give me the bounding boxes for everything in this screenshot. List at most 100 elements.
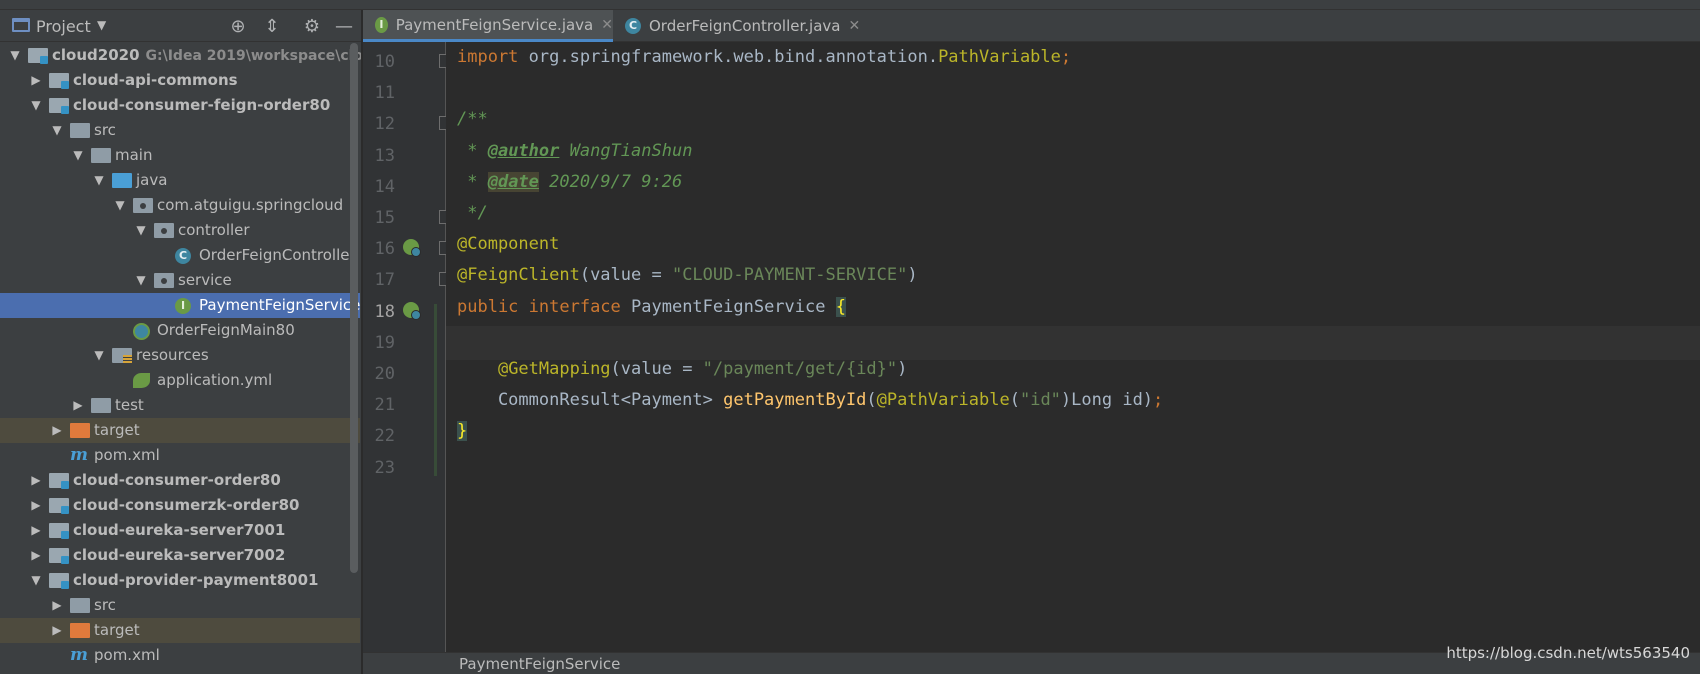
code-line[interactable]: @Component (457, 227, 559, 261)
tree-item-text: target (94, 621, 140, 639)
expand-arrow-icon[interactable]: ▼ (29, 568, 43, 593)
expand-arrow-icon[interactable]: ▼ (71, 143, 85, 168)
collapse-arrow-icon[interactable]: ▶ (29, 68, 43, 93)
collapse-arrow-icon[interactable]: ▶ (50, 418, 64, 443)
tab-payment-feign-service[interactable]: I PaymentFeignService.java ✕ (363, 10, 613, 42)
expand-arrow-icon[interactable]: ▼ (8, 43, 22, 68)
code-line[interactable]: */ (457, 196, 488, 230)
tree-item-text: cloud-provider-payment8001 (73, 571, 319, 589)
collapse-arrow-icon[interactable]: ▶ (50, 593, 64, 618)
maven-icon: m (70, 445, 88, 465)
tree-item-text: cloud2020 (52, 46, 140, 64)
collapse-arrow-icon[interactable]: ▶ (29, 543, 43, 568)
project-view-title[interactable]: Project (36, 17, 91, 36)
tree-item[interactable]: m pom.xml (0, 443, 360, 468)
implementation-marker-icon[interactable] (403, 301, 423, 322)
tree-item-label: application.yml (157, 368, 272, 393)
module-icon (28, 48, 48, 64)
collapse-arrow-icon[interactable]: ▶ (50, 618, 64, 643)
code-token: ; (1060, 47, 1072, 67)
tree-item[interactable]: ▶ target (0, 418, 360, 443)
bean-marker-icon[interactable] (403, 239, 423, 259)
tree-item-label: com.atguigu.springcloud (157, 193, 343, 218)
module-icon (49, 573, 69, 589)
code-line[interactable]: @GetMapping(value = "/payment/get/{id}") (457, 352, 907, 386)
tree-item[interactable]: ▶ cloud-consumerzk-order80 (0, 493, 360, 518)
tree-item[interactable]: ▼ controller (0, 218, 360, 243)
tab-order-feign-controller[interactable]: C OrderFeignController.java ✕ (613, 10, 873, 42)
collapse-arrow-icon[interactable]: ▶ (29, 518, 43, 543)
expand-arrow-icon[interactable]: ▼ (92, 343, 106, 368)
module-icon (49, 498, 69, 514)
project-tree-scrollbar[interactable] (350, 43, 358, 573)
expand-arrow-icon[interactable]: ▼ (50, 118, 64, 143)
minimize-icon[interactable]: — (332, 14, 356, 38)
tree-item[interactable]: m pom.xml (0, 643, 360, 668)
line-number: 10 (374, 52, 395, 72)
tree-item[interactable]: ▶ cloud-api-commons (0, 68, 360, 93)
code-line[interactable]: * @author WangTianShun (457, 134, 692, 168)
code-line[interactable]: * @date 2020/9/7 9:26 (457, 165, 682, 199)
tree-item-text: cloud-eureka-server7002 (73, 546, 286, 564)
code-line[interactable]: CommonResult<Payment> getPaymentById(@Pa… (457, 383, 1163, 417)
collapse-all-icon[interactable]: ⇕ (260, 14, 284, 38)
collapse-arrow-icon[interactable]: ▶ (29, 468, 43, 493)
tree-item[interactable]: ▼ cloud2020 G:\Idea 2019\workspace\cloud20… (0, 43, 362, 68)
code-line[interactable]: } (457, 414, 468, 448)
expand-arrow-icon[interactable]: ▼ (113, 193, 127, 218)
tree-item[interactable]: ▶ cloud-eureka-server7002 (0, 543, 360, 568)
package-icon (133, 198, 153, 213)
tree-item-text: main (115, 146, 153, 164)
close-icon[interactable]: ✕ (848, 18, 860, 34)
tree-item[interactable]: ▼ service (0, 268, 360, 293)
tree-item-text: OrderFeignMain80 (157, 321, 295, 339)
tree-item[interactable]: ▼ src (0, 118, 360, 143)
tree-item[interactable]: ▶ src (0, 593, 360, 618)
tree-item-label: pom.xml (94, 443, 160, 468)
tree-item[interactable]: ▶ cloud-eureka-server7001 (0, 518, 360, 543)
breadcrumb[interactable]: PaymentFeignService (459, 655, 620, 673)
tree-item[interactable]: ▶ target (0, 618, 360, 643)
code-token: @date (487, 171, 539, 192)
tree-item[interactable]: ▶ test (0, 393, 360, 418)
tree-item[interactable]: OrderFeignMain80 (0, 318, 360, 343)
tree-item[interactable]: application.yml (0, 368, 360, 393)
tree-item[interactable]: ▼ com.atguigu.springcloud (0, 193, 360, 218)
line-number: 17 (374, 270, 395, 291)
module-icon (49, 73, 69, 89)
expand-arrow-icon[interactable]: ▼ (134, 268, 148, 293)
tree-item-label: src (94, 593, 116, 618)
collapse-arrow-icon[interactable]: ▶ (29, 493, 43, 518)
tree-item[interactable]: ▼ resources (0, 343, 360, 368)
tree-item[interactable]: I PaymentFeignService (0, 293, 360, 318)
collapse-arrow-icon[interactable]: ▶ (71, 393, 85, 418)
code-line[interactable]: public interface PaymentFeignService { (457, 290, 846, 324)
expand-arrow-icon[interactable]: ▼ (29, 93, 43, 118)
tree-item-label: java (136, 168, 167, 193)
close-icon[interactable]: ✕ (601, 17, 613, 33)
tree-item[interactable]: ▼ main (0, 143, 360, 168)
chevron-down-icon[interactable]: ▼ (97, 18, 106, 32)
expand-arrow-icon[interactable]: ▼ (92, 168, 106, 193)
code-token: @FeignClient (457, 265, 580, 286)
tree-item[interactable]: ▼ cloud-consumer-feign-order80 (0, 93, 360, 118)
code-token: ( (1009, 390, 1020, 411)
code-line[interactable]: import org.springframework.web.bind.anno… (457, 40, 1071, 74)
locate-icon[interactable]: ⊕ (226, 14, 250, 38)
code-token: 2020/9/7 9:26 (538, 171, 683, 192)
tree-item[interactable]: ▶ cloud-consumer-order80 (0, 468, 360, 493)
tree-item[interactable]: ▼ cloud-provider-payment8001 (0, 568, 360, 593)
code-line[interactable]: @FeignClient(value = "CLOUD-PAYMENT-SERV… (457, 258, 918, 292)
project-path: G:\Idea 2019\workspace\cloud2020 (145, 48, 362, 64)
tree-item-label: cloud-api-commons (73, 68, 238, 93)
tree-item-label: PaymentFeignService (199, 293, 360, 318)
tree-item-label: OrderFeignMain80 (157, 318, 295, 343)
tree-item[interactable]: ▼ java (0, 168, 360, 193)
code-token: */ (457, 203, 488, 223)
tree-item[interactable]: C OrderFeignController (0, 243, 360, 268)
expand-arrow-icon[interactable]: ▼ (134, 218, 148, 243)
gear-icon[interactable]: ⚙ (300, 14, 324, 38)
excluded-folder-icon (70, 623, 90, 638)
code-line[interactable]: /** (457, 102, 488, 136)
code-editor[interactable]: import org.springframework.web.bind.anno… (446, 42, 1700, 652)
